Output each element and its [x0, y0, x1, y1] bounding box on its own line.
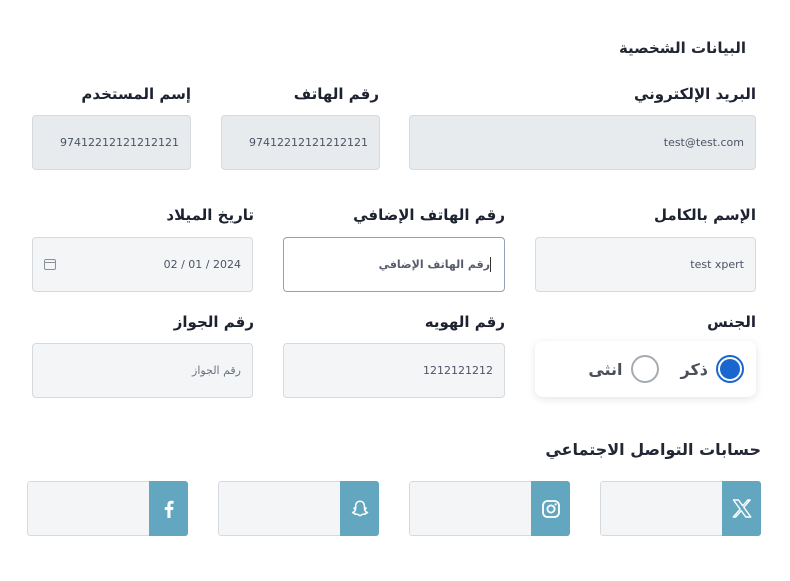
x-icon	[722, 481, 761, 536]
facebook-field[interactable]	[27, 481, 149, 536]
label-email: البريد الإلكتروني	[634, 85, 756, 103]
birthdate-value: 02 / 01 / 2024	[163, 258, 241, 271]
phone-field[interactable]: 97412212121212121	[221, 115, 380, 170]
username-field[interactable]: 97412212121212121	[32, 115, 191, 170]
label-phone: رقم الهاتف	[293, 85, 379, 103]
extra-phone-placeholder: رقم الهاتف الإضافي	[378, 258, 490, 271]
snapchat-icon	[340, 481, 379, 536]
snapchat-field[interactable]	[218, 481, 340, 536]
gender-option-female[interactable]: انثى	[588, 355, 659, 383]
email-value: test@test.com	[663, 136, 744, 149]
passport-field[interactable]: رقم الجواز	[32, 343, 253, 398]
extra-phone-field[interactable]: رقم الهاتف الإضافي	[283, 237, 505, 292]
id-number-field[interactable]: 1212121212	[283, 343, 505, 398]
label-gender: الجنس	[707, 313, 756, 331]
gender-selector: انثى ذكر	[535, 341, 756, 397]
calendar-icon[interactable]	[44, 259, 56, 270]
male-radio[interactable]	[716, 355, 744, 383]
gender-female-label: انثى	[588, 359, 623, 379]
email-field[interactable]: test@test.com	[409, 115, 756, 170]
label-id-number: رقم الهويه	[424, 313, 505, 331]
snapchat-input[interactable]	[218, 481, 379, 536]
label-birthdate: تاريخ الميلاد	[166, 206, 254, 224]
phone-value: 97412212121212121	[249, 136, 368, 149]
section-title-social: حسابات التواصل الاجتماعي	[545, 440, 761, 459]
section-title-personal: البيانات الشخصية	[618, 39, 746, 57]
gender-male-label: ذكر	[680, 359, 708, 379]
instagram-field[interactable]	[409, 481, 531, 536]
text-cursor	[490, 257, 491, 272]
birthdate-field[interactable]: 02 / 01 / 2024	[32, 237, 253, 292]
gender-option-male[interactable]: ذكر	[681, 355, 744, 383]
label-username: إسم المستخدم	[81, 85, 191, 103]
x-field[interactable]	[600, 481, 722, 536]
facebook-icon	[149, 481, 188, 536]
instagram-input[interactable]	[409, 481, 570, 536]
x-input[interactable]	[600, 481, 761, 536]
female-radio[interactable]	[630, 355, 659, 383]
username-value: 97412212121212121	[60, 136, 179, 149]
passport-placeholder: رقم الجواز	[192, 364, 241, 377]
id-number-value: 1212121212	[423, 364, 493, 377]
label-extra-phone: رقم الهاتف الإضافي	[353, 206, 505, 224]
label-full-name: الإسم بالكامل	[654, 206, 756, 224]
full-name-field[interactable]: test xpert	[535, 237, 756, 292]
full-name-value: test xpert	[690, 258, 744, 271]
label-passport: رقم الجواز	[173, 313, 254, 331]
facebook-input[interactable]	[27, 481, 188, 536]
instagram-icon	[531, 481, 570, 536]
